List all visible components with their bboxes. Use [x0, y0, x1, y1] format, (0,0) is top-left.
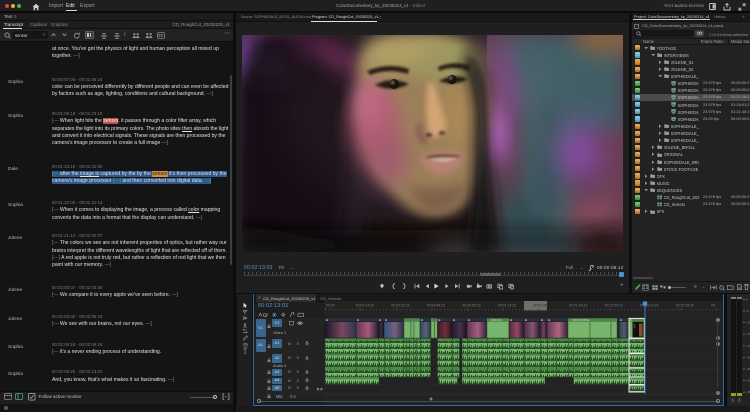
svg-text:00:01:14:22: 00:01:14:22	[498, 303, 517, 307]
svg-text:-36: -36	[746, 367, 750, 371]
svg-text:-12: -12	[746, 321, 750, 325]
svg-text:00:00:44:22: 00:00:44:22	[427, 303, 446, 307]
svg-text:-48: -48	[746, 390, 750, 394]
svg-text:00:00:29:23: 00:00:29:23	[391, 303, 410, 307]
svg-text:00:01:29:21: 00:01:29:21	[533, 303, 552, 307]
svg-text:00:00:14:23: 00:00:14:23	[356, 303, 375, 307]
svg-text:-30: -30	[746, 355, 750, 359]
svg-text:00:02:29:20: 00:02:29:20	[676, 303, 695, 307]
svg-text:00:00: 00:00	[326, 303, 335, 307]
svg-text:00:01:59:21: 00:01:59:21	[604, 303, 623, 307]
svg-text:[MC1] S...: [MC1] S...	[492, 318, 504, 322]
svg-text:-6: -6	[746, 309, 749, 313]
svg-text:00:00:59:22: 00:00:59:22	[462, 303, 481, 307]
svg-text:-42: -42	[746, 379, 750, 383]
svg-text:-18: -18	[746, 332, 750, 336]
svg-text:00:01:44:21: 00:01:44:21	[569, 303, 588, 307]
svg-text:00:: 00:	[711, 303, 716, 307]
svg-text:0: 0	[746, 297, 748, 301]
svg-text:-24: -24	[746, 344, 750, 348]
